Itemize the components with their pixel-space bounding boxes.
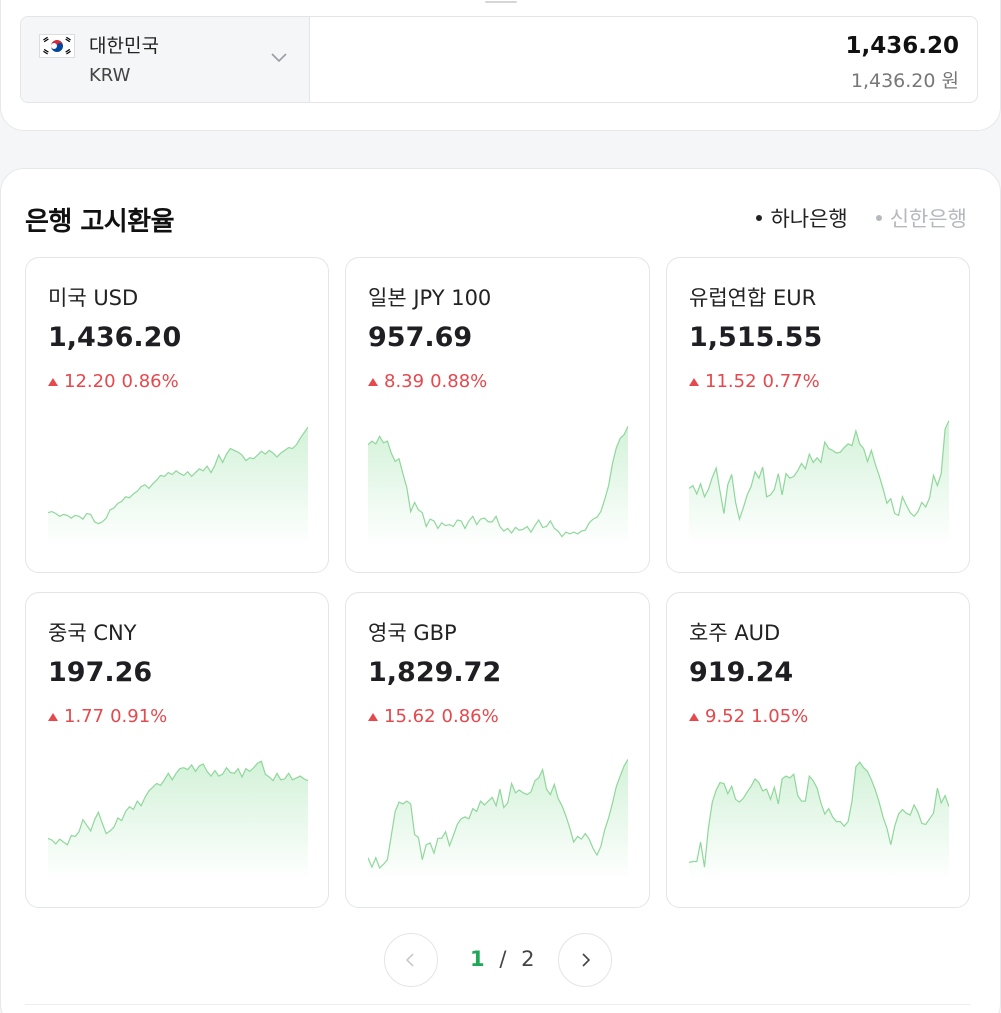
tab-hana-bank[interactable]: 하나은행 — [756, 203, 848, 233]
bank-tabs: 하나은행 신한은행 — [756, 203, 967, 233]
change-amount: 12.20 — [64, 371, 116, 392]
change-amount: 1.77 — [64, 706, 105, 727]
amount-value: 1,436.20 — [845, 33, 960, 59]
rate-card-name: 영국 GBP — [368, 621, 457, 645]
current-page: 1 — [470, 947, 485, 971]
rate-card-value: 919.24 — [689, 657, 794, 688]
rate-card-value: 957.69 — [368, 322, 473, 353]
currency-name: 대한민국 — [89, 35, 159, 57]
currency-code: KRW — [89, 65, 131, 86]
sparkline-chart — [368, 425, 628, 546]
change-percent: 0.86% — [121, 371, 179, 392]
bank-rates-section: 은행 고시환율 하나은행 신한은행 미국 USD 1,436.20 12.20 0… — [0, 168, 1001, 1013]
up-arrow-icon — [689, 712, 699, 721]
rate-card-value: 197.26 — [48, 657, 153, 688]
prev-page-button[interactable] — [384, 933, 438, 987]
sparkline-chart — [48, 426, 308, 546]
rate-card-change: 1.77 0.91% — [48, 706, 167, 727]
change-percent: 0.88% — [430, 371, 488, 392]
currency-converter: 대한민국 KRW 1,436.20 1,436.20 원 — [20, 16, 978, 103]
rate-card-eur[interactable]: 유럽연합 EUR 1,515.55 11.52 0.77% — [666, 257, 970, 573]
up-arrow-icon — [368, 377, 378, 386]
rate-card-value: 1,829.72 — [368, 657, 502, 688]
rate-card-name: 유럽연합 EUR — [689, 286, 817, 310]
sparkline-chart — [689, 761, 949, 881]
page-indicator: 1 / 2 — [470, 947, 534, 971]
sparkline-chart — [48, 760, 308, 881]
rate-card-change: 15.62 0.86% — [368, 706, 499, 727]
rate-card-name: 미국 USD — [48, 286, 139, 310]
chevron-left-icon — [405, 953, 414, 967]
change-percent: 0.77% — [762, 371, 820, 392]
rate-card-name: 중국 CNY — [48, 621, 137, 645]
rate-card-gbp[interactable]: 영국 GBP 1,829.72 15.62 0.86% — [345, 592, 650, 908]
up-arrow-icon — [368, 712, 378, 721]
next-page-button[interactable] — [558, 933, 612, 987]
change-percent: 0.86% — [441, 706, 499, 727]
total-pages: 2 — [521, 947, 535, 971]
up-arrow-icon — [48, 377, 58, 386]
divider — [25, 1004, 971, 1005]
rate-card-usd[interactable]: 미국 USD 1,436.20 12.20 0.86% — [25, 257, 329, 573]
rate-card-name: 일본 JPY 100 — [368, 286, 492, 310]
rate-card-cny[interactable]: 중국 CNY 197.26 1.77 0.91% — [25, 592, 329, 908]
rate-card-aud[interactable]: 호주 AUD 919.24 9.52 1.05% — [666, 592, 970, 908]
change-amount: 15.62 — [384, 706, 436, 727]
korea-flag-icon — [39, 34, 75, 58]
drag-handle[interactable] — [485, 1, 517, 3]
rate-card-change: 9.52 1.05% — [689, 706, 808, 727]
section-title: 은행 고시환율 — [25, 207, 175, 237]
sparkline-area — [48, 761, 308, 881]
change-amount: 8.39 — [384, 371, 425, 392]
rate-card-name: 호주 AUD — [689, 621, 781, 645]
sparkline-area — [368, 759, 628, 881]
change-percent: 1.05% — [751, 706, 809, 727]
page-separator: / — [499, 947, 507, 971]
chevron-down-icon — [271, 53, 287, 63]
currency-selector[interactable]: 대한민국 KRW — [21, 17, 310, 102]
change-amount: 9.52 — [705, 706, 746, 727]
rate-card-value: 1,436.20 — [48, 322, 182, 353]
sparkline-area — [48, 427, 308, 546]
up-arrow-icon — [689, 377, 699, 386]
sparkline-area — [689, 762, 949, 881]
tab-shinhan-bank[interactable]: 신한은행 — [875, 203, 967, 233]
change-amount: 11.52 — [705, 371, 757, 392]
sparkline-chart — [368, 759, 628, 881]
rate-card-value: 1,515.55 — [689, 322, 823, 353]
sparkline-chart — [689, 420, 949, 546]
rate-card-jpy[interactable]: 일본 JPY 100 957.69 8.39 0.88% — [345, 257, 650, 573]
amount-input[interactable]: 1,436.20 1,436.20 원 — [310, 17, 977, 102]
rate-card-grid: 미국 USD 1,436.20 12.20 0.86% 일본 JPY 100 95… — [25, 257, 971, 908]
converter-panel: 대한민국 KRW 1,436.20 1,436.20 원 — [0, 0, 1001, 131]
change-percent: 0.91% — [110, 706, 168, 727]
rate-card-change: 8.39 0.88% — [368, 371, 487, 392]
chevron-right-icon — [582, 953, 591, 967]
rate-card-change: 11.52 0.77% — [689, 371, 820, 392]
amount-won: 1,436.20 원 — [850, 70, 959, 92]
up-arrow-icon — [48, 712, 58, 721]
pagination: 1 / 2 — [384, 933, 612, 989]
rate-card-change: 12.20 0.86% — [48, 371, 179, 392]
